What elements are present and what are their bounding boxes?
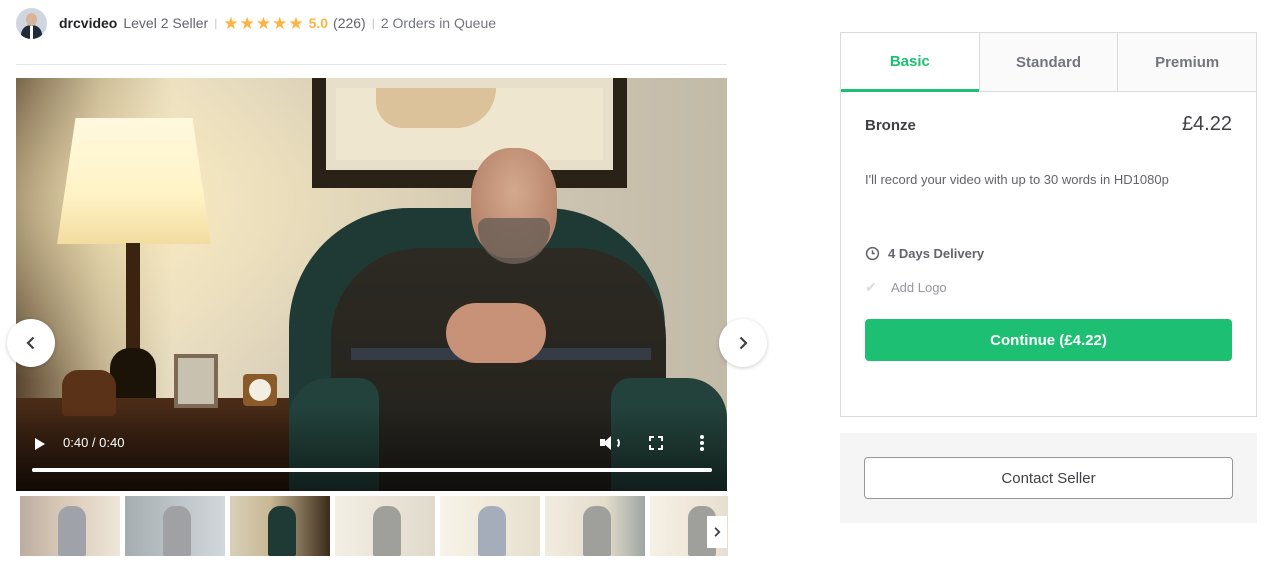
package-name: Bronze xyxy=(865,117,916,134)
thumbnails-next-button[interactable] xyxy=(707,516,727,548)
seller-avatar[interactable] xyxy=(16,7,47,39)
clock-icon xyxy=(865,246,880,261)
divider: | xyxy=(214,16,218,30)
compare-packages-link[interactable]: Compare Packages xyxy=(841,318,1256,333)
gallery-thumbnail[interactable] xyxy=(20,496,120,556)
rating-score: 5.0 xyxy=(308,15,329,31)
tab-basic[interactable]: Basic xyxy=(841,33,979,92)
star-icon: ★ xyxy=(272,13,288,33)
delivery-time: 4 Days Delivery xyxy=(865,246,984,261)
video-player[interactable]: 0:40 / 0:40 xyxy=(16,78,727,491)
video-time: 0:40 / 0:40 xyxy=(63,435,125,450)
tab-standard[interactable]: Standard xyxy=(978,33,1118,91)
divider: | xyxy=(371,16,375,30)
video-progress-bar[interactable] xyxy=(32,468,712,472)
seller-level: Level 2 Seller xyxy=(123,15,209,31)
star-icon: ★ xyxy=(239,13,255,33)
chevron-right-icon xyxy=(739,336,748,350)
orders-in-queue: 2 Orders in Queue xyxy=(380,15,497,31)
package-description: I'll record your video with up to 30 wor… xyxy=(865,172,1169,187)
seller-overview: drcvideo Level 2 Seller | ★ ★ ★ ★ ★ 5.0 … xyxy=(16,7,496,39)
star-icon: ★ xyxy=(255,13,272,33)
tab-premium[interactable]: Premium xyxy=(1117,33,1257,91)
gallery-prev-button[interactable] xyxy=(7,319,55,367)
gallery-thumbnail[interactable] xyxy=(335,496,435,556)
check-icon: ✔ xyxy=(865,279,877,295)
more-options-icon[interactable] xyxy=(699,435,705,451)
video-progress-fill xyxy=(32,468,712,472)
star-icon: ★ xyxy=(288,13,304,33)
feature-item: ✔ Add Logo xyxy=(865,279,947,296)
gallery-thumbnail[interactable] xyxy=(230,496,330,556)
package-price: £4.22 xyxy=(1181,113,1232,135)
feature-label: Add Logo xyxy=(891,280,947,295)
star-icon: ★ xyxy=(223,13,239,33)
play-icon[interactable] xyxy=(32,435,48,451)
chevron-left-icon xyxy=(26,336,35,350)
gallery-next-button[interactable] xyxy=(719,319,767,367)
gallery: 0:40 / 0:40 xyxy=(7,64,767,491)
contact-seller-button[interactable]: Contact Seller xyxy=(864,457,1233,499)
package-card: Basic Standard Premium Bronze £4.22 I'll… xyxy=(840,32,1257,417)
contact-panel: Contact Seller xyxy=(840,433,1257,523)
gallery-thumbnail[interactable] xyxy=(440,496,540,556)
seller-name[interactable]: drcvideo xyxy=(59,15,117,31)
chevron-right-icon xyxy=(714,527,721,537)
fullscreen-icon[interactable] xyxy=(649,436,663,450)
star-rating: ★ ★ ★ ★ ★ xyxy=(223,15,303,32)
delivery-label: 4 Days Delivery xyxy=(888,246,985,261)
package-tabs: Basic Standard Premium xyxy=(841,33,1257,92)
gallery-thumbnails xyxy=(20,496,728,556)
review-count[interactable]: (226) xyxy=(333,15,366,31)
gallery-thumbnail[interactable] xyxy=(545,496,645,556)
volume-icon[interactable] xyxy=(599,434,620,452)
wall-map-picture xyxy=(312,78,627,188)
gallery-thumbnail[interactable] xyxy=(125,496,225,556)
